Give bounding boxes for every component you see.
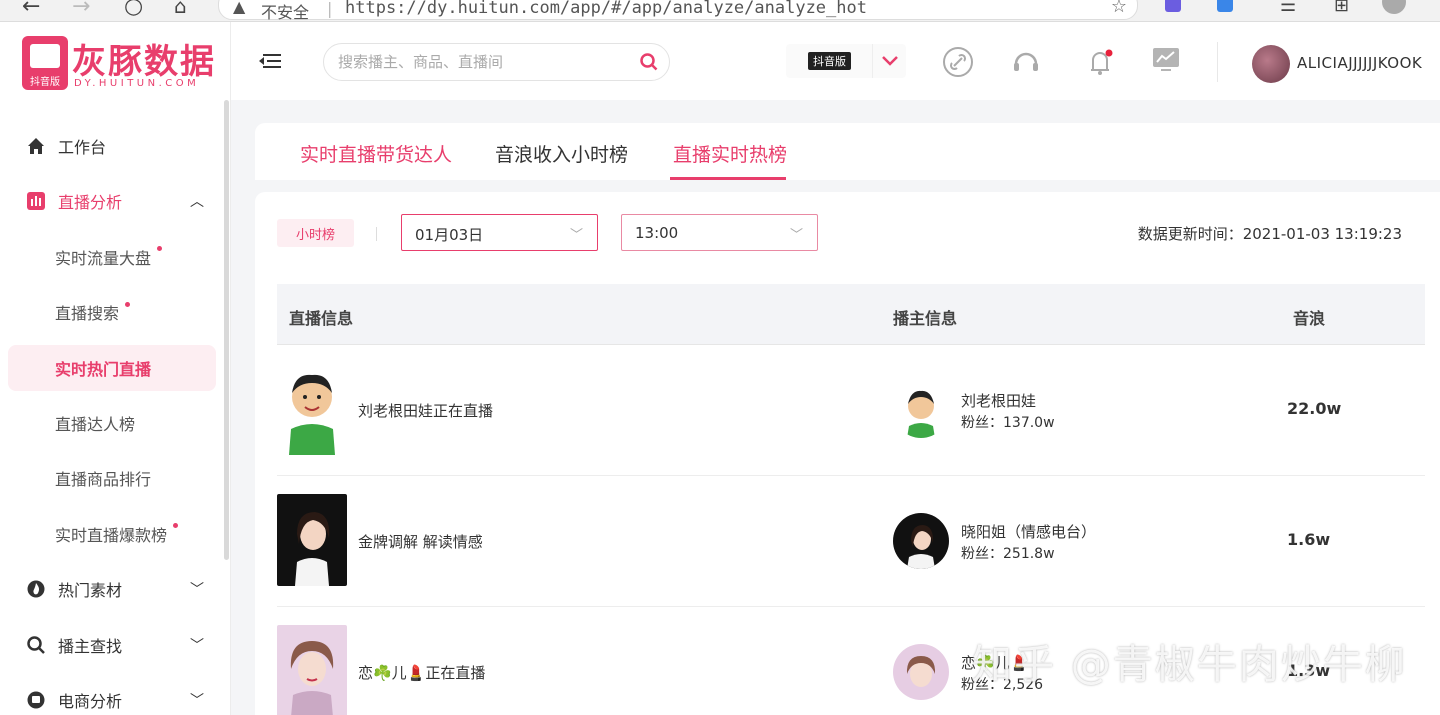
insecure-label: 不安全 xyxy=(261,3,310,22)
collections-icon[interactable]: ⊞ xyxy=(1334,0,1349,16)
column-header-anchor-info: 播主信息 xyxy=(893,309,958,328)
sidebar-item-live-goods-rank[interactable]: 直播商品排行 xyxy=(0,451,231,507)
sidebar-item-live-analysis[interactable]: 直播分析 ︿ xyxy=(0,174,231,230)
chevron-down-icon: ﹀ xyxy=(190,582,204,599)
table-header: 直播信息 播主信息 音浪 xyxy=(277,284,1425,345)
sidebar-item-live-search[interactable]: 直播搜索 xyxy=(0,285,231,341)
profile-icon[interactable] xyxy=(1382,0,1406,14)
warning-icon: ▲ xyxy=(233,0,246,16)
username[interactable]: ALICIAJJJJJJKOOK xyxy=(1297,54,1422,72)
new-dot xyxy=(173,523,179,529)
platform-selector[interactable]: 抖音版 xyxy=(786,44,906,78)
anchor-avatar[interactable] xyxy=(893,644,949,700)
anchor-name[interactable]: 晓阳姐（情感电台） xyxy=(961,521,1096,542)
new-dot xyxy=(157,246,163,252)
tab-sound-wave-hourly[interactable]: 音浪收入小时榜 xyxy=(495,140,628,167)
reload-icon[interactable]: ○ xyxy=(124,0,143,19)
search-icon[interactable] xyxy=(639,52,659,72)
hour-select[interactable]: 13:00 ﹀ xyxy=(621,214,818,251)
logo-mark: 抖音版 xyxy=(22,36,68,90)
address-bar[interactable]: ▲ 不安全 | https://dy.huitun.com/app/#/app/… xyxy=(218,0,1138,22)
back-icon[interactable]: ← xyxy=(22,0,40,19)
sidebar-menu: 工作台 直播分析 ︿ 实时流量大盘 直播搜索 实时热门直播 直播达人榜 直播商品… xyxy=(0,118,231,715)
home-icon xyxy=(26,136,46,156)
anchor-avatar[interactable] xyxy=(893,513,949,569)
tab-live-hot-rank[interactable]: 直播实时热榜 xyxy=(673,140,787,167)
chevron-down-icon: ﹀ xyxy=(569,228,583,243)
chevron-down-icon[interactable] xyxy=(872,44,906,78)
search-icon xyxy=(26,635,46,655)
sidebar-scrollbar[interactable] xyxy=(224,100,229,560)
watermark: 知乎 @青椒牛肉炒牛柳 xyxy=(972,642,1407,688)
live-title[interactable]: 金牌调解 解读情感 xyxy=(358,531,483,552)
shop-icon xyxy=(26,690,46,710)
platform-tag: 抖音版 xyxy=(808,52,851,70)
chevron-up-icon: ︿ xyxy=(190,194,204,211)
table-row[interactable]: 刘老根田娃正在直播 刘老根田娃 粉丝：137.0w 22.0w xyxy=(277,345,1425,476)
column-header-live-info: 直播信息 xyxy=(289,309,354,328)
column-header-sound-wave[interactable]: 音浪 xyxy=(1293,305,1325,329)
sound-wave-value: 1.6w xyxy=(1287,530,1331,549)
live-title[interactable]: 恋☘️儿💄正在直播 xyxy=(358,662,485,683)
logo-domain: DY.HUITUN.COM xyxy=(74,78,200,89)
period-tag[interactable]: 小时榜 xyxy=(277,219,354,247)
sidebar-item-hot-live[interactable]: 实时热门直播 xyxy=(8,345,216,391)
fire-icon xyxy=(26,579,46,599)
chevron-down-icon: ﹀ xyxy=(190,637,204,654)
live-cover[interactable] xyxy=(277,363,347,455)
link-icon[interactable] xyxy=(942,46,974,78)
logo-title: 灰豚数据 xyxy=(72,42,216,82)
browser-toolbar: ← → ○ ⌂ ▲ 不安全 | https://dy.huitun.com/ap… xyxy=(0,0,1440,22)
extension-icon[interactable] xyxy=(1165,0,1181,12)
tab-bar: 实时直播带货达人 音浪收入小时榜 直播实时热榜 xyxy=(255,123,1440,180)
sidebar-item-ecommerce[interactable]: 电商分析 ﹀ xyxy=(0,673,231,715)
table-row[interactable]: 金牌调解 解读情感 晓阳姐（情感电台） 粉丝：251.8w 1.6w xyxy=(277,476,1425,607)
sidebar-item-live-talent-rank[interactable]: 直播达人榜 xyxy=(0,395,231,451)
anchor-avatar[interactable] xyxy=(893,382,949,438)
forward-icon[interactable]: → xyxy=(72,0,90,19)
live-cover[interactable] xyxy=(277,494,347,586)
update-time: 数据更新时间：2021-01-03 13:19:23 xyxy=(1137,225,1402,243)
search-box xyxy=(323,43,670,81)
top-header: 抖音版 ALICIAJJJJJJKOOK xyxy=(231,22,1440,100)
tab-live-selling-talent[interactable]: 实时直播带货达人 xyxy=(300,140,452,167)
sidebar-item-hot-material[interactable]: 热门素材 ﹀ xyxy=(0,562,231,618)
anchor-name[interactable]: 刘老根田娃 xyxy=(961,390,1036,411)
sidebar-item-anchor-search[interactable]: 播主查找 ﹀ xyxy=(0,617,231,673)
home-browser-icon[interactable]: ⌂ xyxy=(174,0,187,18)
monitor-chart-icon[interactable] xyxy=(1150,44,1182,76)
sidebar-item-hot-goods-rank[interactable]: 实时直播爆款榜 xyxy=(0,506,231,562)
fans-count: 粉丝：137.0w xyxy=(961,415,1055,431)
search-input[interactable] xyxy=(338,53,628,71)
live-title[interactable]: 刘老根田娃正在直播 xyxy=(358,400,493,421)
sidebar-item-realtime-traffic[interactable]: 实时流量大盘 xyxy=(0,229,231,285)
reading-list-icon[interactable]: ☰ xyxy=(1280,0,1296,16)
active-tab-indicator xyxy=(670,177,786,180)
fans-count: 粉丝：251.8w xyxy=(961,546,1055,562)
chevron-down-icon: ﹀ xyxy=(789,228,803,243)
sound-wave-value: 22.0w xyxy=(1287,399,1342,418)
star-icon[interactable]: ☆ xyxy=(1111,0,1127,17)
date-select[interactable]: 01月03日 ﹀ xyxy=(401,214,598,251)
menu-toggle-icon[interactable] xyxy=(259,52,281,70)
sidebar: 抖音版 灰豚数据 DY.HUITUN.COM 工作台 直播分析 ︿ 实时流量大盘… xyxy=(0,22,231,715)
sidebar-item-workbench[interactable]: 工作台 xyxy=(0,118,231,174)
url-text[interactable]: https://dy.huitun.com/app/#/app/analyze/… xyxy=(345,0,867,18)
logo[interactable]: 抖音版 灰豚数据 DY.HUITUN.COM xyxy=(22,34,222,94)
extension-icon[interactable] xyxy=(1217,0,1233,12)
new-dot xyxy=(125,301,131,307)
notification-bell-icon[interactable] xyxy=(1084,46,1116,78)
chevron-down-icon: ﹀ xyxy=(190,693,204,710)
bar-chart-icon xyxy=(26,191,46,211)
headset-icon[interactable] xyxy=(1010,46,1042,78)
live-cover[interactable] xyxy=(277,625,347,715)
user-avatar[interactable] xyxy=(1252,45,1290,83)
